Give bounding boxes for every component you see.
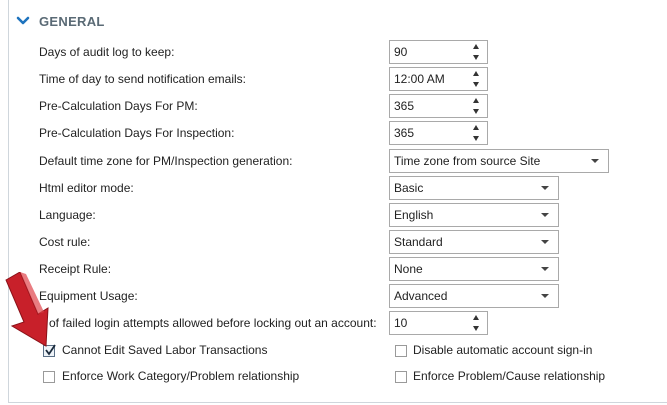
audit-log-days-label: Days of audit log to keep: [39,45,175,59]
equipment-usage-select[interactable]: Advanced [389,284,559,308]
disable-auto-signin-label[interactable]: Disable automatic account sign-in [413,342,592,358]
precalc-pm-label: Pre-Calculation Days For PM: [39,99,198,113]
cost-rule-label: Cost rule: [39,235,91,249]
dropdown-caret-icon[interactable] [541,294,549,298]
spin-down-icon[interactable] [473,55,479,60]
spinner-arrows[interactable] [472,98,480,114]
dropdown-caret-icon[interactable] [541,267,549,271]
dropdown-caret-icon[interactable] [541,240,549,244]
language-label: Language: [39,208,96,222]
html-editor-label: Html editor mode: [39,181,134,195]
spin-up-icon[interactable] [473,44,479,49]
spinner-arrows[interactable] [472,125,480,141]
section-header-general[interactable]: GENERAL [16,12,105,30]
enforce-work-category-label[interactable]: Enforce Work Category/Problem relationsh… [62,368,299,384]
spin-down-icon[interactable] [473,82,479,87]
audit-log-days-value: 90 [394,45,408,59]
spin-up-icon[interactable] [473,71,479,76]
annotation-arrow-icon [5,272,49,347]
time-zone-value: Time zone from source Site [394,154,541,168]
precalc-inspection-input[interactable]: 365 [389,121,488,145]
equipment-usage-value: Advanced [394,289,448,303]
disable-auto-signin-checkbox[interactable] [395,345,407,357]
spinner-arrows[interactable] [472,71,480,87]
precalc-inspection-label: Pre-Calculation Days For Inspection: [39,126,235,140]
precalc-pm-value: 365 [394,99,415,113]
dropdown-caret-icon[interactable] [541,186,549,190]
notification-time-value: 12:00 AM [394,72,445,86]
spinner-arrows[interactable] [472,315,480,331]
language-select[interactable]: English [389,203,559,227]
section-title: GENERAL [39,13,105,29]
dropdown-caret-icon[interactable] [591,159,599,163]
enforce-problem-cause-label[interactable]: Enforce Problem/Cause relationship [413,368,605,384]
dropdown-caret-icon[interactable] [541,213,549,217]
audit-log-days-input[interactable]: 90 [389,40,488,64]
enforce-problem-cause-checkbox[interactable] [395,371,407,383]
receipt-rule-value: None [394,262,423,276]
language-value: English [394,208,434,222]
cannot-edit-labor-label[interactable]: Cannot Edit Saved Labor Transactions [62,342,267,358]
spin-down-icon[interactable] [473,109,479,114]
spinner-arrows[interactable] [472,44,480,60]
html-editor-select[interactable]: Basic [389,176,559,200]
time-zone-select[interactable]: Time zone from source Site [389,149,609,173]
notification-time-label: Time of day to send notification emails: [39,72,246,86]
precalc-inspection-value: 365 [394,126,415,140]
spin-up-icon[interactable] [473,125,479,130]
spin-down-icon[interactable] [473,326,479,331]
spin-up-icon[interactable] [473,98,479,103]
spin-down-icon[interactable] [473,136,479,141]
html-editor-value: Basic [394,181,424,195]
receipt-rule-select[interactable]: None [389,257,559,281]
failed-logins-value: 10 [394,316,408,330]
cost-rule-select[interactable]: Standard [389,230,559,254]
cost-rule-value: Standard [394,235,443,249]
spin-up-icon[interactable] [473,315,479,320]
notification-time-input[interactable]: 12:00 AM [389,67,488,91]
chevron-down-icon[interactable] [16,14,30,28]
precalc-pm-input[interactable]: 365 [389,94,488,118]
failed-logins-label: # of failed login attempts allowed befor… [39,316,377,330]
time-zone-label: Default time zone for PM/Inspection gene… [39,154,293,168]
enforce-work-category-checkbox[interactable] [43,371,55,383]
failed-logins-input[interactable]: 10 [389,311,488,335]
